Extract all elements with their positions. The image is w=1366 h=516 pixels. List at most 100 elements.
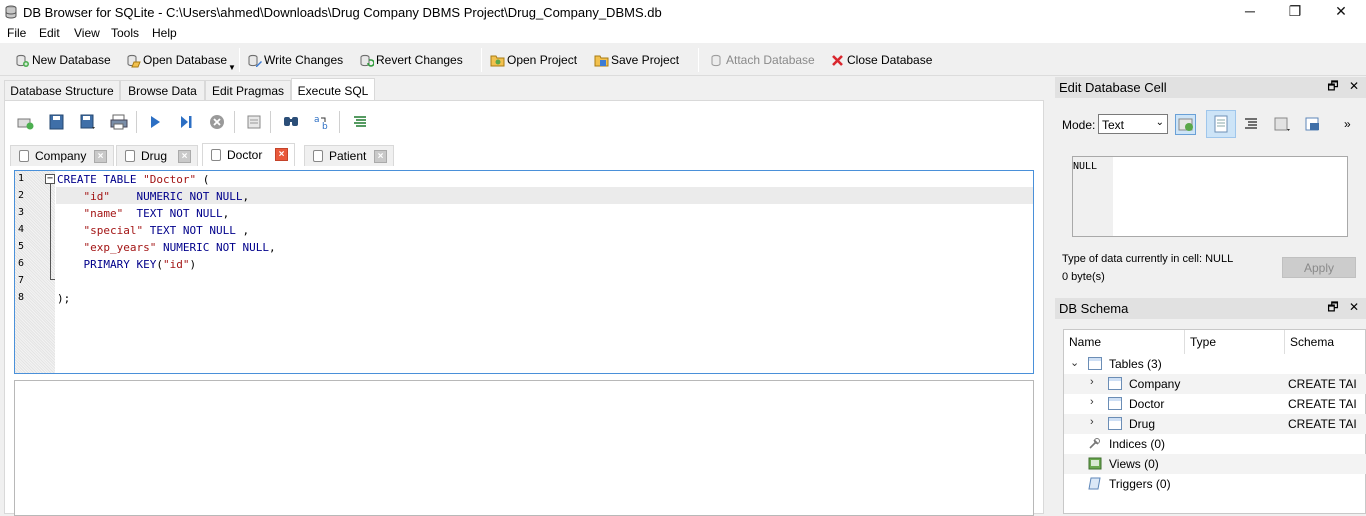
apply-button[interactable]: Apply <box>1282 257 1356 278</box>
line-number-gutter: 1 2 3 4 5 6 7 8 − <box>15 171 55 373</box>
tree-row-table[interactable]: › Company CREATE TAI <box>1064 374 1366 394</box>
code-line-2: "id" NUMERIC NOT NULL, <box>83 190 250 203</box>
restore-button[interactable]: ❐ <box>1272 0 1318 24</box>
app-database-icon <box>5 5 17 19</box>
write-changes-button[interactable]: Write Changes <box>247 51 343 69</box>
chevron-down-icon[interactable]: ⌄ <box>1070 356 1079 369</box>
line-number: 5 <box>18 241 25 252</box>
mode-select[interactable]: Text ⌄ <box>1098 114 1168 134</box>
import-from-file-icon[interactable] <box>1272 115 1292 133</box>
line-number: 4 <box>18 224 25 235</box>
sql-file-icon <box>313 150 323 162</box>
stop-execution-icon[interactable] <box>207 113 227 131</box>
close-database-icon <box>832 54 843 66</box>
revert-changes-button[interactable]: Revert Changes <box>359 51 463 69</box>
menu-file[interactable]: File <box>7 26 26 40</box>
close-window-button[interactable]: ✕ <box>1318 0 1364 24</box>
close-tab-icon[interactable]: × <box>374 150 387 163</box>
edit-cell-title-bar: Edit Database Cell 🗗 ✕ <box>1055 77 1366 98</box>
tree-row-indices[interactable]: Indices (0) <box>1064 434 1366 454</box>
open-database-button[interactable]: Open Database <box>126 51 227 69</box>
save-results-icon[interactable] <box>245 113 265 131</box>
minimize-button[interactable]: ─ <box>1227 0 1273 24</box>
query-tab-label: Patient <box>329 149 367 163</box>
revert-changes-icon <box>360 54 374 67</box>
cell-editor[interactable]: NULL <box>1072 156 1348 237</box>
open-tab-icon[interactable] <box>16 113 36 131</box>
print-icon[interactable] <box>109 113 129 131</box>
export-to-file-icon[interactable] <box>1303 115 1323 133</box>
chevron-down-icon: ⌄ <box>1155 117 1164 128</box>
float-panel-icon[interactable]: 🗗 <box>1326 300 1340 314</box>
save-sql-file-icon[interactable] <box>78 113 98 131</box>
column-header-name[interactable]: Name <box>1064 330 1185 354</box>
save-project-button[interactable]: Save Project <box>594 51 679 69</box>
mode-select-value: Text <box>1102 118 1125 132</box>
float-panel-icon[interactable]: 🗗 <box>1326 79 1340 93</box>
chevron-right-icon[interactable]: › <box>1090 416 1094 428</box>
tree-row-views[interactable]: Views (0) <box>1064 454 1366 474</box>
open-sql-file-icon[interactable] <box>47 113 67 131</box>
table-icon <box>1108 417 1122 430</box>
tree-row-triggers[interactable]: Triggers (0) <box>1064 474 1366 494</box>
query-tab-doctor[interactable]: Doctor × <box>202 143 295 166</box>
sql-editor[interactable]: 1 2 3 4 5 6 7 8 − CREATE TABLE "Doctor" … <box>14 170 1034 374</box>
tab-browse-data[interactable]: Browse Data <box>120 80 205 101</box>
tab-execute-sql[interactable]: Execute SQL <box>291 78 375 101</box>
table-icon <box>1108 397 1122 410</box>
line-number: 6 <box>18 258 25 269</box>
query-tab-drug[interactable]: Drug × <box>116 145 198 166</box>
close-database-label: Close Database <box>847 53 933 67</box>
fold-collapse-icon[interactable]: − <box>45 174 55 184</box>
close-panel-icon[interactable]: ✕ <box>1347 79 1361 93</box>
tree-row-tables[interactable]: ⌄ Tables (3) <box>1064 354 1366 374</box>
query-tab-label: Drug <box>141 149 168 163</box>
results-grid[interactable] <box>14 380 1034 516</box>
close-panel-icon[interactable]: ✕ <box>1347 300 1361 314</box>
comment-toggle-icon[interactable] <box>350 113 370 131</box>
word-wrap-icon[interactable] <box>1206 110 1236 138</box>
open-database-dropdown-icon[interactable]: ▼ <box>228 63 236 72</box>
new-database-button[interactable]: New Database <box>15 51 111 69</box>
chevron-right-icon[interactable]: › <box>1090 396 1094 408</box>
chevron-right-icon[interactable]: › <box>1090 376 1094 388</box>
table-schema: CREATE TAI <box>1288 397 1357 411</box>
close-tab-icon[interactable]: × <box>275 148 288 161</box>
column-header-schema[interactable]: Schema <box>1285 330 1366 354</box>
tree-row-table[interactable]: › Drug CREATE TAI <box>1064 414 1366 434</box>
index-icon <box>1089 438 1100 449</box>
execute-current-line-icon[interactable] <box>176 113 196 131</box>
open-project-button[interactable]: Open Project <box>490 51 577 69</box>
close-database-button[interactable]: Close Database <box>830 51 932 69</box>
toolbar-separator <box>698 48 699 72</box>
attach-database-button[interactable]: Attach Database <box>709 51 815 69</box>
more-options-button[interactable]: » <box>1344 117 1351 131</box>
find-icon[interactable] <box>281 113 301 131</box>
menu-edit[interactable]: Edit <box>39 26 60 40</box>
tab-edit-pragmas[interactable]: Edit Pragmas <box>205 80 291 101</box>
toolbar-separator <box>339 111 340 133</box>
menu-view[interactable]: View <box>74 26 100 40</box>
auto-switch-mode-icon[interactable] <box>1175 114 1196 135</box>
close-tab-icon[interactable]: × <box>94 150 107 163</box>
execute-all-icon[interactable] <box>145 113 165 131</box>
tables-label: Tables (3) <box>1109 357 1162 371</box>
query-tab-company[interactable]: Company × <box>10 145 114 166</box>
new-database-icon <box>16 54 29 67</box>
menu-help[interactable]: Help <box>152 26 177 40</box>
tree-row-table[interactable]: › Doctor CREATE TAI <box>1064 394 1366 414</box>
db-schema-title-bar: DB Schema 🗗 ✕ <box>1055 298 1366 319</box>
open-database-icon <box>127 54 141 67</box>
fold-line <box>50 184 51 279</box>
find-replace-icon[interactable]: ab <box>312 113 332 131</box>
tab-database-structure[interactable]: Database Structure <box>4 80 120 101</box>
column-header-type[interactable]: Type <box>1185 330 1285 354</box>
open-project-icon <box>490 55 505 66</box>
cell-value: NULL <box>1073 161 1098 172</box>
close-tab-icon[interactable]: × <box>178 150 191 163</box>
indent-icon[interactable] <box>1243 117 1259 131</box>
code-line-8: ); <box>57 292 71 305</box>
menu-tools[interactable]: Tools <box>111 26 139 40</box>
schema-tree[interactable]: Name Type Schema ⌄ Tables (3) › Company … <box>1063 329 1366 514</box>
query-tab-patient[interactable]: Patient × <box>304 145 394 166</box>
